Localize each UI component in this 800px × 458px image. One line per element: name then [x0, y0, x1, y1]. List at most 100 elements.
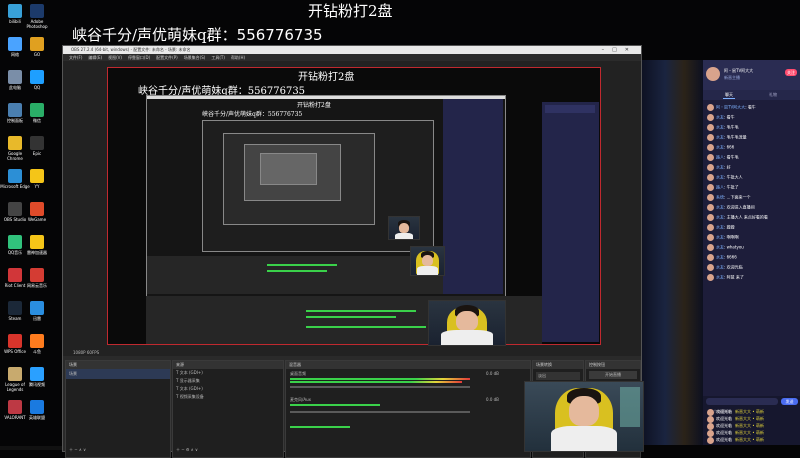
control-button[interactable]: 开始直播	[589, 371, 637, 379]
chat-username[interactable]: 路人	[716, 155, 724, 160]
chat-username[interactable]: 水友	[716, 145, 724, 150]
source-label: 文本 (GDI+)	[179, 386, 203, 391]
chat-username[interactable]: 水友	[716, 275, 724, 280]
menu-item[interactable]: 文件(F)	[69, 55, 82, 60]
chat-username[interactable]: 路人	[716, 185, 724, 190]
source-item[interactable]: T 显示器采集	[173, 377, 283, 385]
desktop-icon[interactable]: 雷神加速器	[22, 235, 52, 255]
preview-status: 1080P 60FPS	[73, 350, 99, 355]
nested-screen-level-5	[260, 153, 317, 185]
gift-user: 欢迎光临	[716, 416, 732, 421]
user-avatar	[707, 164, 714, 171]
nested-group-label: 峡谷千分/声优萌妹q群：	[202, 111, 268, 118]
source-item[interactable]: T 文本 (GDI+)	[173, 369, 283, 377]
scene-item[interactable]: 场景	[66, 369, 170, 379]
source-item[interactable]: T 文本 (GDI+)	[173, 385, 283, 393]
chat-username[interactable]: 水友	[716, 255, 724, 260]
chat-username[interactable]: 系统	[716, 195, 724, 200]
source-label: 显示器采集	[179, 378, 200, 383]
chat-text: 主播大人 来点好看的看	[726, 214, 768, 220]
chat-username[interactable]: 水友	[716, 115, 724, 120]
mixer-desktop-slider[interactable]	[290, 386, 470, 388]
chat-username[interactable]: 阿・鼠TV阿大大	[716, 105, 745, 110]
tab-gifts[interactable]: 礼物	[769, 90, 777, 100]
menu-item[interactable]: 场景集合(S)	[184, 55, 206, 60]
desktop-icon[interactable]: 腾讯视频	[22, 367, 52, 387]
desktop-icon-label: 雷神加速器	[27, 250, 47, 255]
mixer-desktop-label: 桌面音频	[290, 371, 306, 376]
chat-username[interactable]: 水友	[716, 235, 724, 240]
menu-item[interactable]: 停靠窗口(D)	[128, 55, 150, 60]
minimize-icon[interactable]: –	[602, 47, 613, 53]
transition-select[interactable]: 淡出	[536, 372, 580, 380]
desktop-icon[interactable]: Epic	[22, 136, 52, 156]
obs-window-title: OBS 27.2.4 (64-bit, windows) - 配置文件: 未命名…	[71, 47, 191, 52]
chat-message: 系统: ...下面来一个	[703, 194, 800, 201]
menu-item[interactable]: 视图(V)	[108, 55, 122, 60]
chat-username[interactable]: 水友	[716, 175, 724, 180]
desktop-icon[interactable]: 网易云音乐	[22, 268, 52, 288]
desktop-icon-label: QQ	[33, 85, 41, 90]
send-button[interactable]: 发送	[781, 398, 798, 405]
live-chat-panel: 阿・鼠TV阿大大 新晋主播 关注 聊天 礼物 阿・鼠TV阿大大: 看牛 水友: 看…	[703, 60, 800, 445]
user-avatar	[707, 144, 714, 151]
chat-text: 阿鼠 来了	[726, 274, 744, 280]
maximize-icon[interactable]: □	[612, 47, 625, 53]
app-icon	[8, 202, 22, 216]
desktop-icon[interactable]: Adobe Photoshop	[22, 4, 52, 29]
overlay-group-number: 556776735	[236, 26, 323, 44]
nested-chat-panel	[443, 99, 503, 294]
chat-username[interactable]: 水友	[716, 225, 724, 230]
follow-button[interactable]: 关注	[785, 69, 797, 76]
chat-message: 水友: 啊啊啊	[703, 234, 800, 241]
user-avatar	[707, 204, 714, 211]
chat-message: 水友: 主播大人 来点好看的看	[703, 214, 800, 221]
gift-user: 欢迎光临	[716, 423, 732, 428]
chat-username[interactable]: 水友	[716, 265, 724, 270]
mixer-mic-label: 麦克风/Aux	[290, 397, 311, 402]
nested-screen-level-4	[244, 144, 341, 201]
desktop-icon[interactable]: 斗鱼	[22, 334, 52, 354]
obs-preview[interactable]: 开钻粉打2盘 峡谷千分/声优萌妹q群：556776735 开钻粉打2盘 峡谷千分…	[107, 67, 601, 345]
chat-username[interactable]: 水友	[716, 135, 724, 140]
chat-text: whatyou	[726, 244, 744, 250]
app-icon	[8, 4, 22, 18]
chat-message: 水友: 阿鼠 来了	[703, 274, 800, 281]
chat-username[interactable]: 水友	[716, 205, 724, 210]
chat-input[interactable]: 发个弹幕呗~	[706, 398, 778, 414]
app-icon	[8, 367, 22, 381]
desktop-icon[interactable]: 英雄联盟	[22, 400, 52, 420]
user-avatar	[707, 194, 714, 201]
desktop-icon-label: 微信	[33, 118, 41, 123]
desktop-icon[interactable]: WeGame	[22, 202, 52, 222]
chat-header: 阿・鼠TV阿大大 新晋主播 关注	[703, 60, 800, 90]
chat-message: 路人: 看牛毛	[703, 154, 800, 161]
desktop-icon-label: YY	[34, 184, 40, 189]
desktop-icon[interactable]: 迅雷	[22, 301, 52, 321]
desktop-icon[interactable]: 微信	[22, 103, 52, 123]
desktop-icon[interactable]: QQ	[22, 70, 52, 90]
mixer-mic-slider[interactable]	[290, 411, 470, 413]
desktop-icon[interactable]: GO	[22, 37, 52, 57]
chat-message-list: 阿・鼠TV阿大大: 看牛 水友: 看牛 水友: 毛牛毛 水友: 毛牛毛流量 水友: 66…	[703, 104, 800, 394]
user-avatar	[707, 274, 714, 281]
source-label: 文本 (GDI+)	[179, 370, 203, 375]
menu-item[interactable]: 配置文件(P)	[156, 55, 178, 60]
menu-item[interactable]: 编辑(E)	[88, 55, 102, 60]
dock-sources: 来源 T 文本 (GDI+) T 显示器采集 T 文本 (GDI+) T 视频采集设备…	[172, 360, 284, 458]
chat-username[interactable]: 水友	[716, 125, 724, 130]
source-item[interactable]: T 视频采集设备	[173, 393, 283, 401]
menu-item[interactable]: 工具(T)	[211, 55, 225, 60]
chat-username[interactable]: 水友	[716, 245, 724, 250]
desktop-icon-label: Epic	[32, 151, 42, 156]
gift-user: 欢迎光临	[716, 437, 732, 442]
chat-text: 毛牛毛流量	[726, 134, 747, 140]
menu-item[interactable]: 帮助(H)	[231, 55, 245, 60]
close-icon[interactable]: ✕	[625, 47, 637, 53]
chat-username[interactable]: 水友	[716, 165, 724, 170]
chat-username[interactable]: 水友	[716, 215, 724, 220]
desktop-icon[interactable]: YY	[22, 169, 52, 189]
nested-group-line: 峡谷千分/声优萌妹q群：556776735	[202, 109, 302, 118]
status-text: 1080P 60FPS	[73, 350, 100, 355]
nested-headline: 开钻粉打2盘	[297, 102, 331, 109]
